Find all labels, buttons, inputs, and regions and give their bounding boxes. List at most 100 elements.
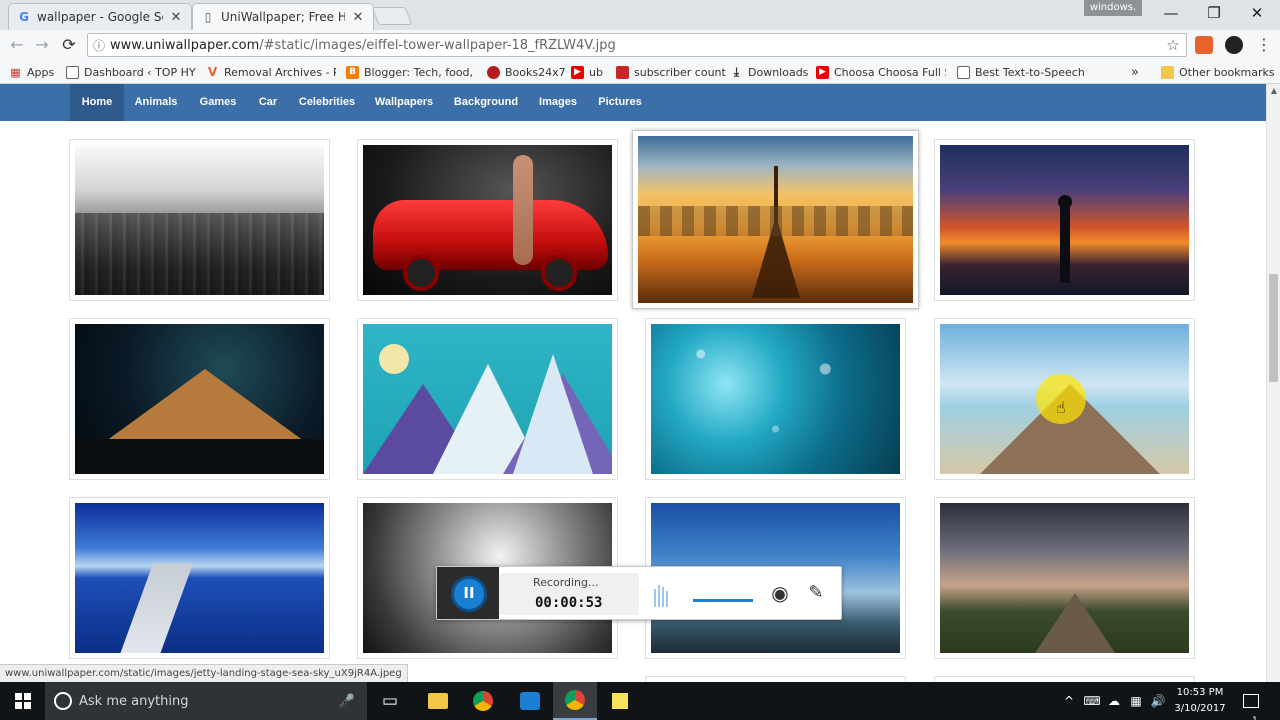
screen-recorder-taskbar-icon[interactable]: [508, 682, 552, 720]
sticky-notes-icon[interactable]: [598, 682, 642, 720]
sunset-silhouette-image[interactable]: [940, 145, 1189, 295]
audio-level-meter-icon: [654, 585, 668, 607]
volume-icon[interactable]: 🔊: [1148, 682, 1168, 720]
screen-recorder-widget: II Recording... 00:00:53 ◉ ✎: [436, 566, 842, 620]
bookmark-other[interactable]: Other bookmarks: [1161, 64, 1275, 80]
wallpaper-thumbnail[interactable]: [645, 318, 906, 480]
blogger-icon: B: [346, 65, 359, 79]
page-icon: ▯: [204, 10, 212, 24]
forward-button[interactable]: →: [31, 34, 53, 56]
wallpaper-thumbnail[interactable]: [357, 139, 618, 301]
site-navigation: Home Animals Games Car Celebrities Wallp…: [0, 84, 1266, 121]
cortana-search-box[interactable]: Ask me anything 🎤: [45, 682, 367, 720]
recording-timer: 00:00:53: [535, 595, 603, 611]
bookmark-dashboard[interactable]: Dashboard ‹ TOP HYD: [66, 64, 196, 80]
file-explorer-icon[interactable]: [416, 682, 460, 720]
restore-button[interactable]: ❐: [1192, 0, 1236, 26]
bookmark-ub[interactable]: ▶ ub: [571, 64, 603, 80]
nav-games[interactable]: Games: [192, 84, 244, 121]
wallpaper-thumbnail[interactable]: [69, 139, 330, 301]
close-tab-icon[interactable]: ✕: [351, 10, 365, 25]
wallpaper-thumbnail[interactable]: [357, 318, 618, 480]
wallpaper-thumbnail[interactable]: [934, 139, 1195, 301]
pier-sunset-image[interactable]: [940, 503, 1189, 653]
bookmark-label: subscriber count: [634, 65, 726, 79]
more-bookmarks-chevron[interactable]: »: [1131, 64, 1139, 80]
url-text[interactable]: www.uniwallpaper.com/#static/images/eiff…: [110, 38, 1160, 53]
url-host: www.uniwallpaper.com: [110, 37, 260, 53]
network-icon[interactable]: ▦: [1126, 682, 1146, 720]
nav-celebrities[interactable]: Celebrities: [294, 84, 360, 121]
bookmarks-bar: ▦ Apps Dashboard ‹ TOP HYD V Removal Arc…: [0, 60, 1280, 84]
nav-wallpapers[interactable]: Wallpapers: [368, 84, 440, 121]
tab-google-search[interactable]: G wallpaper - Google Searc ✕: [8, 3, 192, 30]
snow-lake-image[interactable]: [75, 503, 324, 653]
tab-uniwallpaper[interactable]: ▯ UniWallpaper; Free HD w ✕: [192, 3, 374, 30]
eiffel-tower-image[interactable]: [638, 136, 913, 303]
nav-car[interactable]: Car: [252, 84, 284, 121]
wallpaper-thumbnail[interactable]: ☝: [934, 318, 1195, 480]
chrome-active-taskbar-icon[interactable]: [553, 682, 597, 720]
wallpaper-thumbnail[interactable]: [69, 497, 330, 659]
search-placeholder: Ask me anything: [79, 693, 189, 709]
minimize-button[interactable]: —: [1149, 0, 1193, 26]
action-center-icon[interactable]: 1: [1238, 682, 1264, 720]
nav-pictures[interactable]: Pictures: [592, 84, 648, 121]
scroll-up-arrow-icon[interactable]: ▲: [1267, 86, 1280, 98]
close-window-button[interactable]: ✕: [1235, 0, 1279, 26]
bookmark-label: Best Text-to-Speech D: [975, 65, 1085, 79]
windows-start-icon[interactable]: [0, 682, 45, 720]
extension-icon[interactable]: [1195, 36, 1213, 54]
wallpaper-thumbnail[interactable]: [69, 318, 330, 480]
back-button[interactable]: ←: [6, 34, 28, 56]
bookmark-star-icon[interactable]: ☆: [1160, 36, 1186, 54]
jetty-image[interactable]: ☝: [940, 324, 1189, 474]
bookmark-text-to-speech[interactable]: Best Text-to-Speech D: [957, 64, 1085, 80]
reload-button[interactable]: ⟳: [58, 34, 80, 56]
close-tab-icon[interactable]: ✕: [169, 10, 183, 25]
pen-annotate-icon[interactable]: ✎: [803, 580, 829, 606]
volume-slider[interactable]: [693, 599, 753, 602]
notification-count: 1: [1252, 702, 1258, 720]
clock-date: 3/10/2017: [1174, 703, 1226, 714]
wallpaper-thumbnail-highlighted[interactable]: [632, 130, 919, 309]
bookmark-label: ub: [589, 65, 603, 79]
address-bar[interactable]: ⓘ www.uniwallpaper.com/#static/images/ei…: [87, 33, 1187, 57]
info-icon[interactable]: ⓘ: [88, 37, 110, 54]
bookmark-removal-archives[interactable]: V Removal Archives - Pa: [206, 64, 336, 80]
task-view-icon[interactable]: ▭: [368, 682, 412, 720]
nav-home[interactable]: Home: [70, 84, 124, 121]
microphone-icon[interactable]: 🎤: [339, 694, 355, 709]
page-scrollbar[interactable]: ▲: [1266, 84, 1280, 682]
bookmark-subscriber-count[interactable]: subscriber count: [616, 64, 726, 80]
pause-recording-button[interactable]: II: [451, 576, 487, 612]
flat-mountains-image[interactable]: [363, 324, 612, 474]
youtube-icon: ▶: [571, 65, 584, 79]
scrollbar-thumb[interactable]: [1269, 274, 1278, 382]
bookmark-downloads[interactable]: ⤓ Downloads: [730, 64, 809, 80]
download-icon: ⤓: [733, 64, 740, 79]
bookmark-blogger[interactable]: B Blogger: Tech, food, li: [346, 64, 476, 80]
extension-icon[interactable]: [1225, 36, 1243, 54]
url-path: /#static/images/eiffel-tower-wallpaper-1…: [259, 37, 616, 53]
new-tab-button[interactable]: [371, 7, 413, 25]
show-hidden-icons[interactable]: ^: [1060, 682, 1078, 720]
chrome-taskbar-icon[interactable]: [461, 682, 505, 720]
wallpaper-thumbnail[interactable]: [934, 497, 1195, 659]
bookmark-apps[interactable]: ▦ Apps: [9, 64, 54, 80]
bokeh-grass-image[interactable]: [651, 324, 900, 474]
keyboard-icon[interactable]: ⌨: [1082, 682, 1102, 720]
onedrive-icon[interactable]: ☁: [1104, 682, 1124, 720]
nav-animals[interactable]: Animals: [128, 84, 184, 121]
nav-images[interactable]: Images: [532, 84, 584, 121]
chrome-menu-icon[interactable]: ⋮: [1253, 34, 1275, 56]
night-mountain-image[interactable]: [75, 324, 324, 474]
webcam-icon[interactable]: ◉: [767, 580, 793, 606]
folder-icon: [1161, 65, 1174, 79]
nav-background[interactable]: Background: [448, 84, 524, 121]
red-car-image[interactable]: [363, 145, 612, 295]
foggy-city-image[interactable]: [75, 145, 324, 295]
bookmark-books24x7[interactable]: Books24x7: [487, 64, 566, 80]
bookmark-choosa[interactable]: ▶ Choosa Choosa Full S: [816, 64, 946, 80]
taskbar-clock[interactable]: 10:53 PM 3/10/2017: [1168, 685, 1232, 717]
